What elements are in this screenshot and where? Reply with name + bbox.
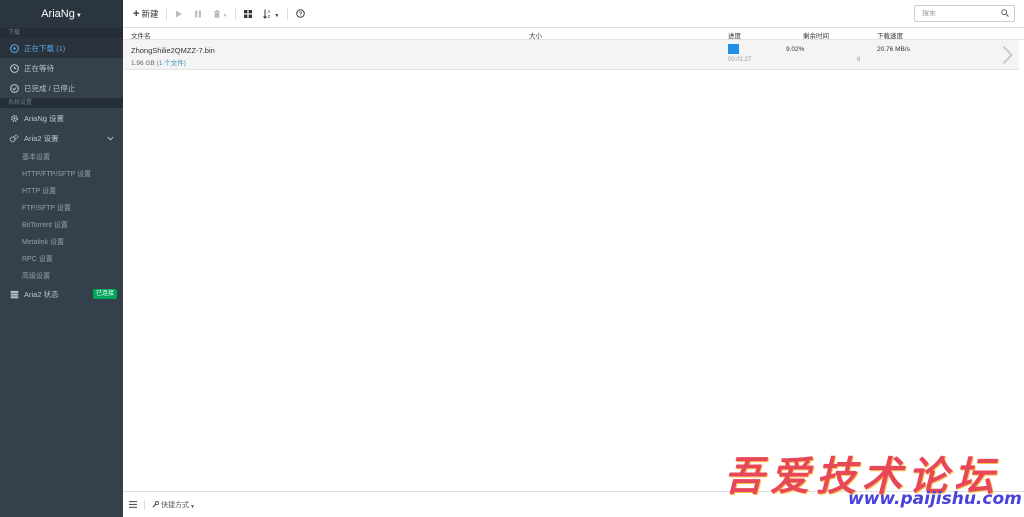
column-header-speed[interactable]: 下载速度 bbox=[877, 30, 903, 40]
nav-item-label: 正在等待 bbox=[24, 63, 54, 73]
delete-button[interactable]: ▼ bbox=[210, 5, 230, 23]
task-size-value: 1.96 GB bbox=[131, 60, 155, 67]
svg-text:Z: Z bbox=[268, 14, 271, 19]
brand-title: AriaNg bbox=[41, 8, 75, 20]
column-header-remaining[interactable]: 剩余时间 bbox=[803, 30, 829, 40]
search-box bbox=[914, 5, 1015, 22]
gears-icon bbox=[9, 133, 19, 143]
caret-down-icon: ▼ bbox=[190, 503, 195, 510]
task-progress-percent: 9.02% bbox=[786, 46, 805, 53]
column-header-name[interactable]: 文件名 bbox=[131, 30, 151, 40]
quick-settings-button[interactable]: 快捷方式 ▼ bbox=[152, 500, 195, 510]
select-all-button[interactable] bbox=[241, 5, 255, 23]
section-header-download: 下载 bbox=[0, 28, 123, 38]
svg-text:?: ? bbox=[299, 12, 302, 18]
new-task-label: 新建 bbox=[141, 8, 159, 19]
nav-item-aria2-settings[interactable]: Aria2 设置 bbox=[0, 128, 123, 148]
sidebar-subitem-advanced[interactable]: 高级设置 bbox=[0, 267, 123, 284]
search-input[interactable] bbox=[922, 10, 1000, 17]
toolbar-divider bbox=[166, 7, 168, 20]
sort-button[interactable]: AZ ▼ bbox=[260, 5, 282, 23]
task-elapsed-time: 00:01:27 bbox=[728, 57, 752, 63]
sidebar: AriaNg ▼ 下载 正在下载 (1) 正在等待 已完成 / 已停止 系统设置… bbox=[0, 0, 123, 517]
nav-item-label: Aria2 状态 bbox=[24, 289, 59, 299]
nav-item-downloading[interactable]: 正在下载 (1) bbox=[0, 38, 123, 58]
task-file-count-link[interactable]: (1 个文件) bbox=[157, 60, 186, 67]
hamburger-menu-icon[interactable] bbox=[129, 501, 137, 508]
trash-icon bbox=[214, 9, 221, 18]
task-row[interactable]: ZhongShilie2QMZZ-7.bin 1.96 GB (1 个文件) 0… bbox=[123, 40, 1019, 70]
nav-item-label: 正在下载 (1) bbox=[24, 43, 66, 53]
caret-down-icon: ▼ bbox=[75, 13, 82, 19]
grid-icon bbox=[244, 9, 253, 18]
plus-icon: + bbox=[133, 7, 140, 20]
watermark-url: www.paijishu.com bbox=[848, 489, 1022, 509]
column-header-progress[interactable]: 进度 bbox=[728, 30, 741, 40]
caret-down-icon: ▼ bbox=[222, 13, 228, 19]
watermark: 吾爱技术论坛 www.paijishu.com bbox=[720, 442, 1024, 517]
search-icon[interactable] bbox=[1001, 9, 1009, 19]
play-circle-icon bbox=[9, 43, 19, 53]
pause-icon bbox=[195, 10, 202, 17]
clock-icon bbox=[9, 63, 19, 73]
task-download-speed: 20.76 MB/s bbox=[877, 46, 910, 53]
column-header-size[interactable]: 大小 bbox=[529, 30, 542, 40]
sidebar-subitem-bittorrent[interactable]: BitTorrent 设置 bbox=[0, 216, 123, 233]
toolbar-divider bbox=[235, 7, 237, 20]
question-circle-icon: ? bbox=[296, 9, 306, 18]
nav-item-ariang-settings[interactable]: AriaNg 设置 bbox=[0, 108, 123, 128]
wrench-icon bbox=[152, 501, 159, 508]
nav-item-stopped[interactable]: 已完成 / 已停止 bbox=[0, 78, 123, 98]
help-button[interactable]: ? bbox=[293, 5, 308, 23]
sidebar-subitem-metalink[interactable]: Metalink 设置 bbox=[0, 233, 123, 250]
new-task-button[interactable]: + 新建 bbox=[130, 5, 161, 23]
task-connections: 8 bbox=[857, 57, 861, 63]
pause-button[interactable] bbox=[191, 5, 205, 23]
play-icon bbox=[176, 10, 183, 17]
quick-settings-label: 快捷方式 bbox=[161, 501, 189, 509]
toolbar-divider bbox=[287, 7, 289, 20]
task-table-header: 文件名 大小 进度 剩余时间 下载速度 bbox=[123, 28, 1024, 40]
section-header-settings: 系统设置 bbox=[0, 98, 123, 108]
task-filename: ZhongShilie2QMZZ-7.bin bbox=[131, 46, 215, 55]
caret-down-icon: ▼ bbox=[274, 13, 280, 19]
sidebar-subitem-basic[interactable]: 基本设置 bbox=[0, 148, 123, 165]
sidebar-subitem-http-ftp-sftp[interactable]: HTTP/FTP/SFTP 设置 bbox=[0, 165, 123, 182]
gear-icon bbox=[9, 113, 19, 123]
start-button[interactable] bbox=[172, 5, 186, 23]
sidebar-subitem-http[interactable]: HTTP 设置 bbox=[0, 182, 123, 199]
chevron-down-icon[interactable] bbox=[107, 134, 114, 143]
toolbar: + 新建 ▼ AZ ▼ ? bbox=[123, 0, 1024, 28]
brand-logo[interactable]: AriaNg ▼ bbox=[0, 0, 123, 28]
task-size: 1.96 GB (1 个文件) bbox=[131, 57, 186, 67]
sort-alpha-icon: AZ bbox=[263, 9, 271, 19]
footer-divider bbox=[144, 499, 145, 510]
chevron-right-icon[interactable] bbox=[1002, 45, 1013, 67]
server-icon bbox=[9, 289, 19, 299]
nav-item-label: AriaNg 设置 bbox=[24, 113, 65, 123]
status-badge: 已连接 bbox=[92, 289, 117, 299]
nav-item-aria2-status[interactable]: Aria2 状态 已连接 bbox=[0, 284, 123, 304]
progress-bar bbox=[728, 44, 739, 54]
nav-item-waiting[interactable]: 正在等待 bbox=[0, 58, 123, 78]
nav-item-label: Aria2 设置 bbox=[24, 133, 59, 143]
sidebar-subitem-rpc[interactable]: RPC 设置 bbox=[0, 250, 123, 267]
check-circle-icon bbox=[9, 83, 19, 93]
sidebar-subitem-ftp-sftp[interactable]: FTP/SFTP 设置 bbox=[0, 199, 123, 216]
nav-item-label: 已完成 / 已停止 bbox=[24, 83, 76, 93]
